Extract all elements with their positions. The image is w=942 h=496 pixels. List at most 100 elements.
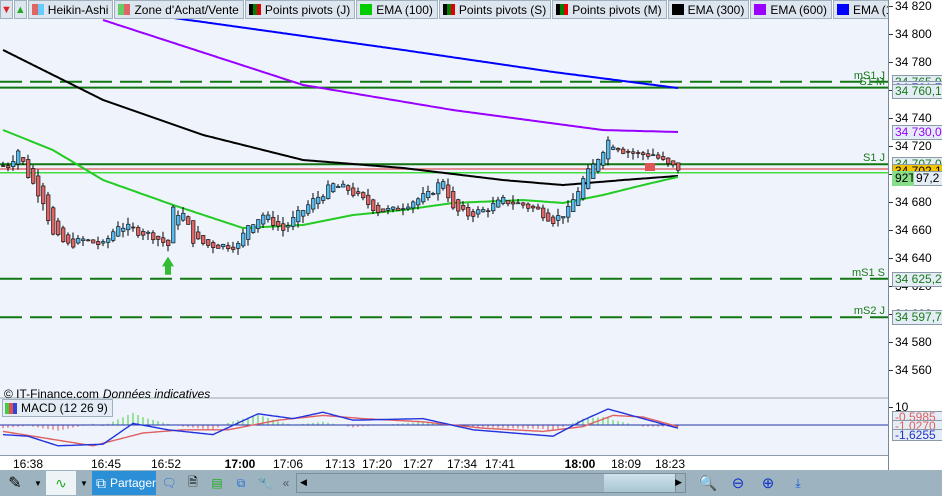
candle-body — [566, 205, 571, 218]
price-tick-label: 34 680 — [889, 195, 932, 209]
ema-line — [2, 129, 679, 230]
time-tick-label: 18:09 — [610, 457, 642, 471]
indicator-color-swatch — [31, 4, 44, 15]
indicator-tab-0[interactable]: Heikin-Ashi — [27, 0, 114, 19]
indicators-dropdown[interactable]: ▼ — [78, 471, 90, 495]
candle-body — [631, 151, 636, 154]
candle-body — [541, 207, 546, 219]
multi-chart-button[interactable]: ⧉ — [230, 471, 252, 495]
candle-body — [81, 238, 86, 242]
candle-body — [366, 194, 371, 205]
candle-body — [256, 219, 261, 229]
ema-line — [173, 19, 679, 89]
bottom-toolbar: ✎ ▼ ∿ ▼ ⧉ Partager 🗨 🗎 ▤ ⧉ 🔧 « ◀ ▶ 🔍 ⊖ ⊕ … — [0, 470, 942, 496]
time-tick-label: 17:13 — [324, 457, 356, 471]
candle-body — [416, 198, 421, 206]
drawing-tools-dropdown[interactable]: ▼ — [32, 471, 44, 495]
scroll-left-arrow-icon[interactable]: ◀ — [300, 477, 307, 488]
comment-button[interactable]: 🗨 — [158, 471, 180, 495]
price-axis[interactable]: 34 82034 80034 78034 76034 74034 72034 7… — [888, 0, 942, 470]
candle-body — [336, 186, 341, 189]
time-axis[interactable]: 16:38 16:45 16:52 17:00 17:06 17:13 17:20 17:27… — [0, 455, 888, 471]
candle-body — [276, 221, 281, 227]
candle-body — [221, 244, 226, 248]
candle-body — [281, 223, 286, 231]
candle-body — [6, 165, 11, 169]
horizontal-scrollbar[interactable]: ◀ ▶ — [296, 473, 686, 493]
candle-body — [431, 193, 436, 195]
scroll-to-end-button[interactable]: ⤓ — [784, 471, 812, 495]
candle-body — [146, 231, 151, 234]
share-button[interactable]: ⧉ Partager — [92, 471, 156, 495]
pencil-icon: ✎ — [8, 475, 22, 492]
candle-body — [321, 196, 326, 201]
candle-body — [211, 242, 216, 248]
indicator-tab-label: EMA (100) — [376, 2, 433, 17]
candle-body — [136, 227, 141, 236]
candle-body — [91, 239, 96, 244]
indicator-tab-7[interactable]: EMA (600) — [750, 0, 833, 19]
price-tick-label: 34 720 — [889, 139, 932, 153]
auto-zoom-button[interactable]: 🔍 — [694, 471, 722, 495]
arrow-down-to-bar-icon: ⤓ — [795, 475, 801, 490]
macd-indicator-label[interactable]: MACD (12 26 9) — [2, 399, 113, 417]
green-up-arrow-icon: ▲ — [14, 3, 26, 16]
report-button[interactable]: 🗎 — [182, 471, 204, 495]
candle-body — [521, 202, 526, 206]
candle-body — [446, 184, 451, 199]
candle-body — [616, 148, 621, 151]
candle-body — [371, 199, 376, 211]
candle-body — [41, 185, 46, 205]
indicator-tab-4[interactable]: Points pivots (S) — [438, 0, 552, 19]
candle-body — [641, 152, 646, 155]
disclaimer-text: Données indicatives — [102, 387, 211, 401]
indicator-tab-3[interactable]: EMA (100) — [356, 0, 438, 19]
candle-body — [61, 227, 66, 243]
candle-body — [31, 168, 36, 184]
settings-button[interactable]: 🔧 — [254, 471, 276, 495]
indicator-tab-2[interactable]: Points pivots (J) — [244, 0, 356, 19]
indicator-tab-1[interactable]: Zone d'Achat/Vente — [114, 0, 244, 19]
candle-body — [156, 235, 161, 240]
candle-body — [311, 198, 316, 210]
collapse-button[interactable]: « — [278, 471, 294, 495]
macd-value-label: -1,6255 — [892, 429, 942, 441]
scroll-up-button[interactable]: ▲ — [13, 0, 27, 19]
zoom-in-icon: ⊕ — [761, 475, 775, 492]
candle-body — [636, 152, 641, 154]
candle-body — [216, 244, 221, 249]
price-tick-label: 34 800 — [889, 27, 932, 41]
candle-body — [546, 212, 551, 222]
candle-body — [261, 214, 266, 225]
scroll-right-arrow-icon[interactable]: ▶ — [675, 477, 682, 488]
scroll-down-button[interactable]: ▼ — [0, 0, 13, 19]
candle-body — [496, 199, 501, 208]
candle-body — [161, 237, 166, 243]
candle-body — [291, 217, 296, 227]
indicator-tab-5[interactable]: Points pivots (M) — [552, 0, 667, 19]
pivot-line-label: mS1 S — [851, 266, 885, 279]
candle-body — [151, 232, 156, 241]
order-book-button[interactable]: ▤ — [206, 471, 228, 495]
candle-body — [661, 156, 666, 160]
zoom-in-button[interactable]: ⊕ — [754, 471, 782, 495]
document-chart-icon: 🗎 — [188, 474, 198, 489]
zoom-out-button[interactable]: ⊖ — [724, 471, 752, 495]
candle-body — [186, 216, 191, 225]
indicator-tab-6[interactable]: EMA (300) — [667, 0, 750, 19]
sell-zone-marker — [645, 163, 655, 171]
candle-body — [1, 165, 6, 167]
indicator-tab-label: EMA (600) — [770, 2, 828, 17]
indicators-button[interactable]: ∿ — [46, 471, 76, 495]
price-marker-label: 97,2 — [913, 170, 942, 186]
candle-body — [586, 168, 591, 189]
time-tick-label: 18:00 — [564, 457, 596, 471]
candle-body — [581, 178, 586, 199]
scrollbar-thumb[interactable] — [604, 474, 676, 492]
red-down-arrow-icon: ▼ — [1, 3, 12, 16]
candle-body — [501, 197, 506, 204]
buy-signal-arrow-icon — [162, 256, 174, 275]
indicator-tab-label: Points pivots (S) — [458, 2, 547, 17]
candle-body — [511, 201, 516, 205]
drawing-tools-button[interactable]: ✎ — [0, 471, 30, 495]
